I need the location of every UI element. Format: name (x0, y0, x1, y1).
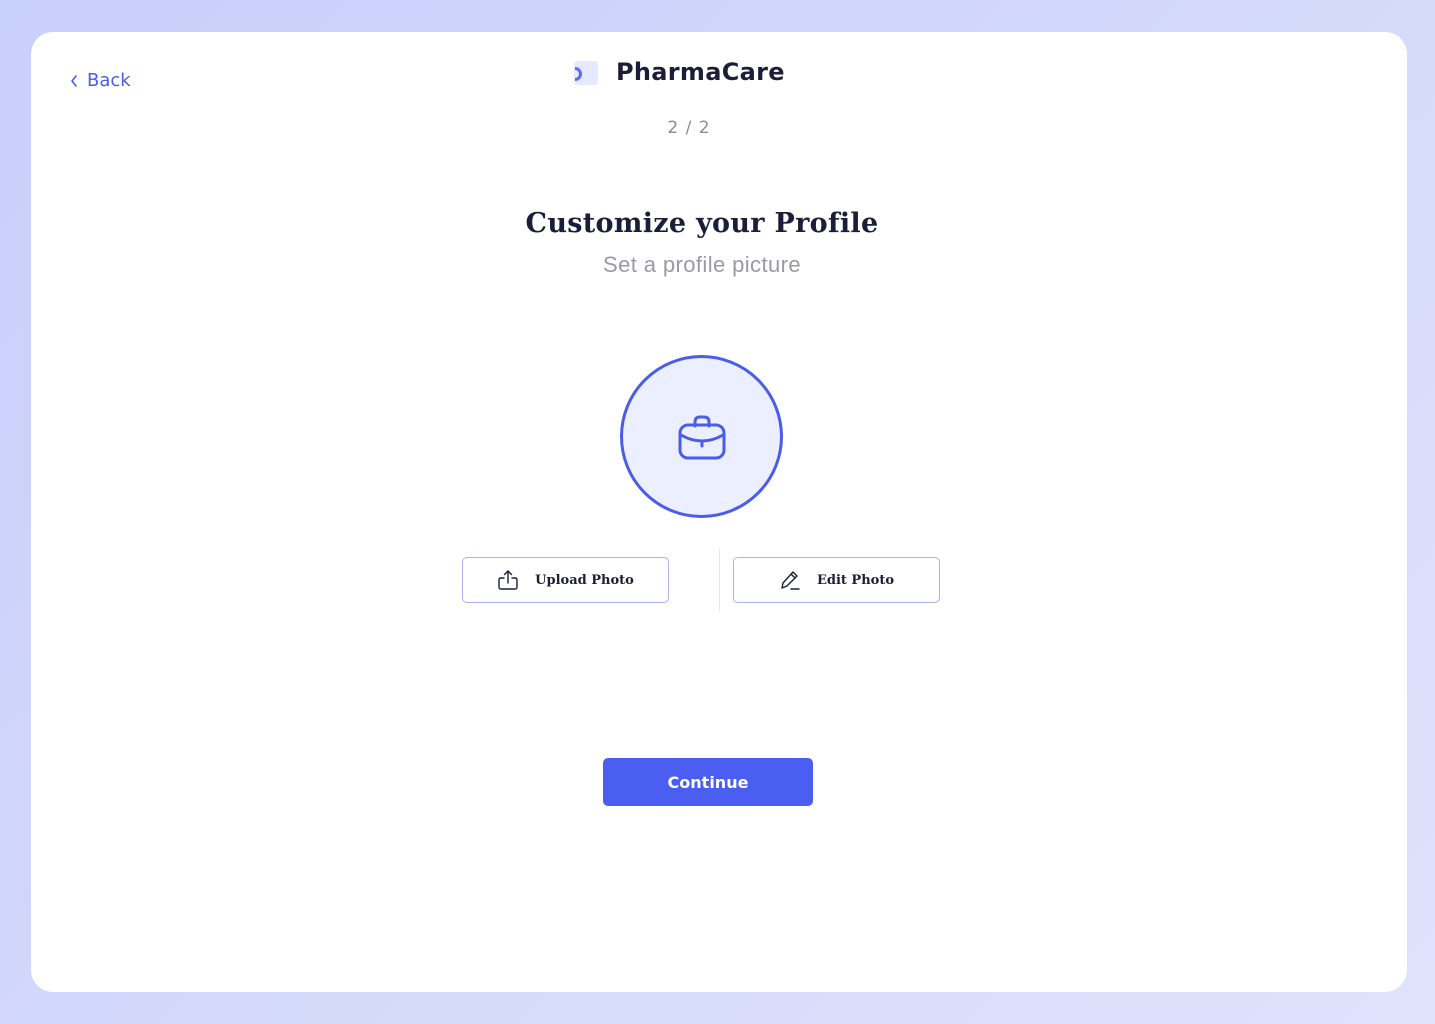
pencil-icon (781, 571, 800, 590)
upload-icon (498, 570, 518, 590)
logo-icon (571, 59, 598, 86)
onboarding-card: Back PharmaCare 2 / 2 Customize your Pro… (31, 32, 1407, 992)
divider (719, 549, 720, 611)
upload-photo-button[interactable]: Upload Photo (462, 557, 669, 603)
step-indicator: 2 / 2 (667, 118, 711, 138)
back-button[interactable]: Back (69, 70, 131, 91)
page-subtitle: Set a profile picture (603, 252, 801, 277)
continue-button[interactable]: Continue (603, 758, 813, 806)
briefcase-icon (678, 415, 725, 459)
brand-name: PharmaCare (616, 58, 785, 86)
avatar[interactable] (620, 355, 783, 518)
brand: PharmaCare (571, 58, 785, 86)
page-title: Customize your Profile (525, 208, 879, 239)
back-label: Back (87, 70, 131, 91)
edit-photo-label: Edit Photo (816, 572, 895, 588)
edit-photo-button[interactable]: Edit Photo (733, 557, 940, 603)
upload-photo-label: Upload Photo (535, 572, 634, 588)
chevron-left-icon (71, 74, 77, 87)
